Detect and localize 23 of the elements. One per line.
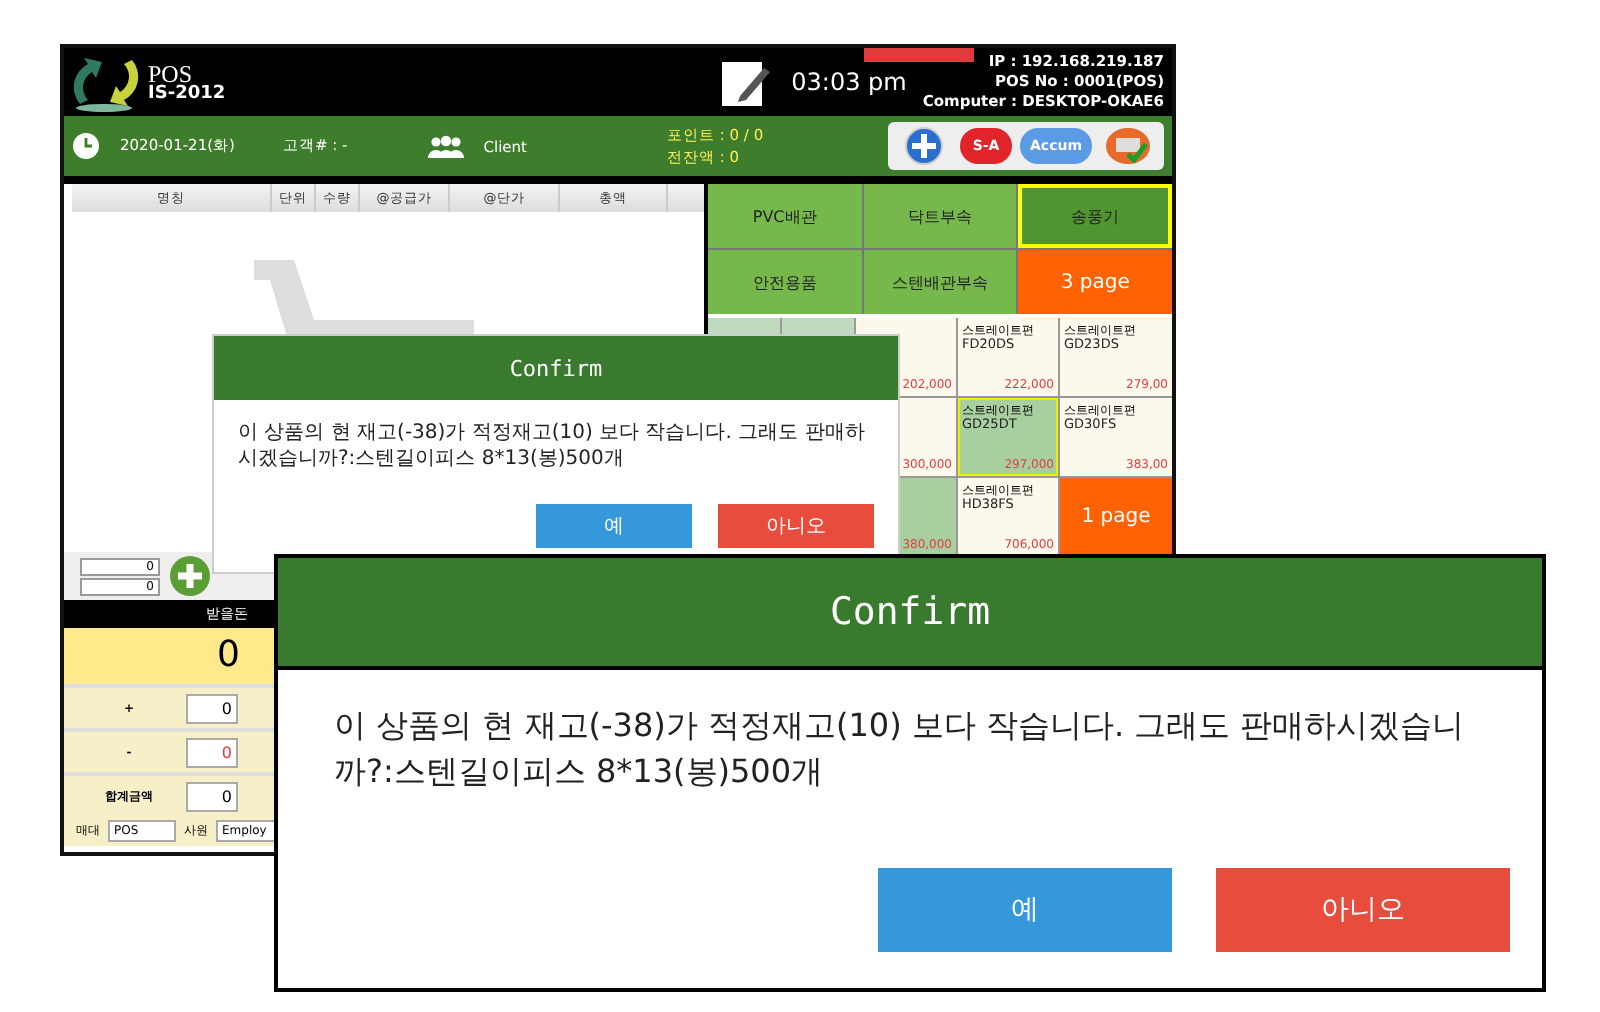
dialog-title: Confirm: [278, 558, 1542, 670]
printer-check-icon: [1104, 126, 1152, 166]
category-button[interactable]: PVC배관: [708, 184, 862, 248]
clock-icon: [72, 132, 100, 160]
people-icon: [427, 134, 464, 158]
dialog-title: Confirm: [214, 336, 898, 400]
clock-time: 03:03 pm: [791, 68, 907, 96]
category-button[interactable]: 닥트부속: [863, 184, 1017, 248]
summary-value: 0: [186, 781, 238, 811]
summary-value: 0: [186, 737, 238, 767]
no-button[interactable]: 아니오: [1216, 868, 1510, 952]
plus-icon: [904, 126, 944, 166]
category-button[interactable]: 송풍기: [1018, 184, 1172, 248]
no-button[interactable]: 아니오: [718, 504, 874, 548]
print-button[interactable]: [1100, 126, 1156, 166]
logo-subtitle: IS-2012: [148, 85, 226, 103]
memo-pencil-icon: [719, 56, 772, 108]
logo-title: POS: [148, 61, 193, 85]
summary-value: 0: [186, 693, 238, 723]
category-button[interactable]: 안전용품: [708, 250, 862, 314]
category-button[interactable]: 스텐배관부속: [863, 250, 1017, 314]
dialog-message: 이 상품의 현 재고(-38)가 적정재고(10) 보다 작습니다. 그래도 판매하시겠습니까?:스텐길이피스 8*13(봉)500개: [332, 704, 1467, 795]
recycle-arrows-logo-icon: [72, 52, 140, 112]
